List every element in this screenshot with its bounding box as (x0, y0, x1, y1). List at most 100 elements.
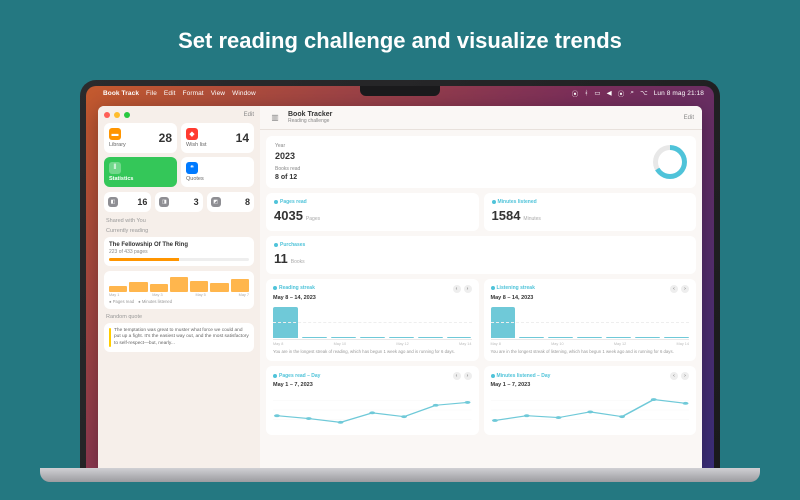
desktop: Book Track File Edit Format View Window … (86, 86, 714, 470)
axis-label: May 8 (273, 342, 283, 346)
minutes-per-day-card: Minutes listened – Day ‹ › May 1 – 7, 20… (484, 366, 697, 435)
current-reading-card[interactable]: The Fellowship Of The Ring 223 of 433 pa… (104, 237, 254, 266)
progress-bar (109, 258, 249, 261)
status-icon[interactable]: ⦿ (572, 88, 579, 98)
mini-count: 3 (194, 197, 199, 207)
next-button[interactable]: › (464, 372, 472, 380)
prev-button[interactable]: ‹ (453, 285, 461, 293)
streak-chart (273, 304, 472, 340)
sidebar-toggle-icon[interactable]: ▥ (268, 111, 282, 125)
books-read-value: 8 of 12 (275, 174, 300, 181)
stat-value: 1584 (492, 208, 521, 223)
streak-chart (491, 304, 690, 340)
dot-icon (273, 374, 277, 378)
dot-icon (491, 374, 495, 378)
stats-icon: ⫴ (109, 162, 121, 174)
volume-icon[interactable]: ◀︎ (607, 89, 612, 97)
pages-per-day-card: Pages read – Day ‹ › May 1 – 7, 2023 (266, 366, 479, 435)
search-icon[interactable]: ⌕ (630, 89, 634, 97)
next-button[interactable]: › (464, 285, 472, 293)
line-chart (273, 391, 472, 429)
menu-window[interactable]: Window (232, 90, 256, 97)
random-quote-card[interactable]: The temptation was great to muster what … (104, 323, 254, 352)
current-book-title: The Fellowship Of The Ring (109, 242, 249, 248)
line-title: Pages read – Day (279, 373, 320, 379)
stat-label: Minutes listened (498, 199, 537, 205)
sidebar-tile-wishlist[interactable]: ◆ Wish list 14 (181, 123, 254, 153)
sidebar-tile-library[interactable]: ▬ Library 28 (104, 123, 177, 153)
screen-notch (360, 86, 440, 96)
stat-unit: Books (291, 259, 305, 265)
tag-icon: ◩ (211, 197, 221, 207)
minutes-listened-card[interactable]: Minutes listened 1584Minutes (484, 193, 697, 231)
axis-label: May 12 (396, 342, 408, 346)
axis-label: May 5 (195, 293, 205, 297)
quote-text: The temptation was great to muster what … (114, 328, 249, 347)
prev-button[interactable]: ‹ (453, 372, 461, 380)
minimize-button[interactable] (114, 112, 120, 118)
year-value: 2023 (275, 151, 300, 161)
bluetooth-icon[interactable]: ᚼ (584, 90, 588, 97)
control-center-icon[interactable]: ⌥ (640, 89, 648, 97)
sidebar-tile-quotes[interactable]: ❝ Quotes (181, 157, 254, 187)
sidebar-section-shared: Shared with You (106, 218, 252, 224)
tile-label: Library (109, 142, 126, 148)
listening-streak-card: Listening streak ‹ › May 8 – 14, 2023 (484, 279, 697, 361)
sidebar-section-quote: Random quote (106, 314, 252, 320)
battery-icon[interactable]: ▭ (594, 89, 600, 97)
tile-label: Quotes (186, 176, 204, 182)
axis-label: May 8 (491, 342, 501, 346)
tile-label: Statistics (109, 176, 133, 182)
window-subtitle: Reading challenge (288, 119, 332, 124)
line-chart (491, 391, 690, 429)
toolbar: ▥ Book Tracker Reading challenge Edit (260, 106, 702, 130)
quote-accent (109, 328, 111, 347)
fullscreen-button[interactable] (124, 112, 130, 118)
sidebar-mini-tile[interactable]: ◩ 8 (207, 192, 254, 212)
streak-range: May 8 – 14, 2023 (491, 295, 690, 301)
dot-icon (492, 200, 496, 204)
sidebar-edit-button[interactable]: Edit (244, 112, 254, 118)
tag-icon: ◨ (159, 197, 169, 207)
menubar-app-name[interactable]: Book Track (103, 90, 139, 97)
streak-note: You are in the longest streak of listeni… (491, 349, 690, 355)
sidebar-mini-chart[interactable]: May 1 May 3 May 5 May 7 ● Pages read ● M… (104, 271, 254, 309)
wifi-icon[interactable]: ⦿ (618, 88, 625, 98)
dot-icon (491, 286, 495, 290)
purchases-card[interactable]: Purchases 11Books (266, 236, 696, 274)
progress-ring (653, 145, 687, 179)
menu-view[interactable]: View (211, 90, 225, 97)
streak-title: Reading streak (279, 285, 315, 291)
sidebar-mini-tile[interactable]: ◨ 3 (155, 192, 202, 212)
axis-label: May 10 (334, 342, 346, 346)
streak-title: Listening streak (497, 285, 535, 291)
reading-challenge-card[interactable]: Year 2023 Books read 8 of 12 (266, 136, 696, 188)
sidebar-mini-tile[interactable]: ◧ 16 (104, 192, 151, 212)
prev-button[interactable]: ‹ (670, 285, 678, 293)
dot-icon (274, 243, 278, 247)
line-title: Minutes listened – Day (497, 373, 551, 379)
stat-unit: Pages (306, 216, 320, 222)
pages-read-card[interactable]: Pages read 4035Pages (266, 193, 479, 231)
menu-file[interactable]: File (146, 90, 157, 97)
legend-item: ● Minutes listened (138, 299, 172, 304)
book-icon: ▬ (109, 128, 121, 140)
next-button[interactable]: › (681, 285, 689, 293)
sidebar-tile-statistics[interactable]: ⫴ Statistics (104, 157, 177, 187)
axis-label: May 3 (152, 293, 162, 297)
menu-edit[interactable]: Edit (164, 90, 176, 97)
toolbar-edit-button[interactable]: Edit (684, 115, 694, 121)
tile-count: 28 (159, 131, 172, 145)
menu-format[interactable]: Format (183, 90, 204, 97)
tag-icon: ◧ (108, 197, 118, 207)
axis-label: May 7 (239, 293, 249, 297)
quote-icon: ❝ (186, 162, 198, 174)
stat-label: Purchases (280, 242, 305, 248)
next-button[interactable]: › (681, 372, 689, 380)
axis-label: May 14 (677, 342, 689, 346)
stat-value: 11 (274, 251, 288, 266)
legend-item: ● Pages read (109, 299, 134, 304)
close-button[interactable] (104, 112, 110, 118)
prev-button[interactable]: ‹ (670, 372, 678, 380)
menubar-clock[interactable]: Lun 8 mag 21:18 (654, 90, 704, 97)
